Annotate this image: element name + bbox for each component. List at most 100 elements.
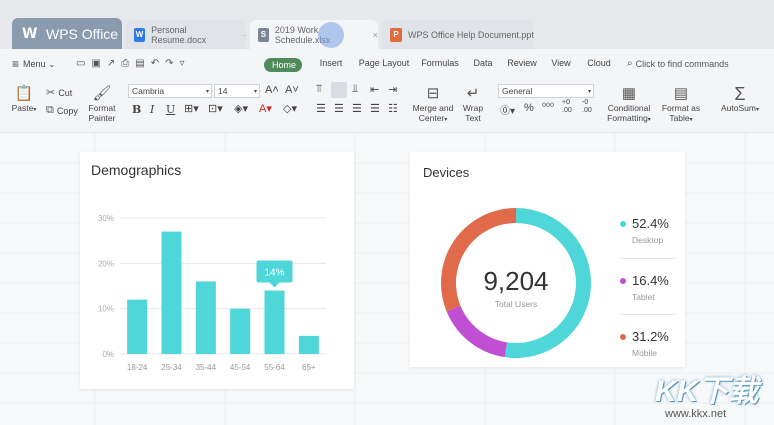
legend-desktop-value: 52.4% [632, 216, 669, 231]
wps-logo-icon: W [22, 25, 38, 42]
align-right-icon[interactable]: ☰ [352, 102, 362, 115]
search-icon: ⌕ [627, 58, 633, 69]
print-preview-icon[interactable]: ▤ [135, 58, 144, 69]
conditional-formatting-button[interactable]: ▦ Conditional Formatting▾ [604, 85, 654, 125]
chevron-down-icon: ⌄ [48, 59, 56, 69]
save-icon[interactable]: ▣ [91, 58, 100, 69]
currency-icon[interactable]: ⓪▾ [500, 102, 515, 117]
legend-mobile-value: 31.2% [632, 329, 669, 344]
tab-personal-resume[interactable]: W Personal Resume.docx · [126, 20, 246, 49]
tab-insert[interactable]: Insert [312, 58, 350, 72]
tab-help-document[interactable]: P WPS Office Help Document.ppt [382, 20, 534, 49]
thousands-icon[interactable]: ⁰⁰⁰ [542, 102, 554, 113]
spreadsheet-doc-icon: S [258, 27, 269, 42]
tab-view[interactable]: View [546, 58, 576, 72]
undo-icon[interactable]: ↶ [151, 58, 159, 69]
clear-format-icon[interactable]: ◇▾ [283, 102, 297, 115]
format-table-label-1: Format as [661, 103, 701, 113]
percent-icon[interactable]: % [524, 102, 534, 114]
menu-row: ≡ Menu ⌄ ▭ ▣ ↗ ⎙ ▤ ↶ ↷ ▿ Home Insert Pag… [0, 49, 774, 79]
print-icon[interactable]: ⎙ [121, 58, 129, 69]
number-format-select[interactable]: General ▾ [498, 84, 594, 98]
tab-label: WPS Office Help Document.ppt [408, 29, 534, 40]
italic-icon[interactable]: I [150, 103, 154, 116]
sigma-icon: Σ [734, 84, 746, 104]
paste-button[interactable]: 📋 Paste▾ [8, 85, 40, 115]
font-name-select[interactable]: Cambria ▾ [128, 84, 212, 98]
legend-mobile: 31.2% Mobile [620, 329, 669, 358]
watermark-url: www.kkx.net [665, 408, 727, 420]
y-tick-label: 0% [102, 350, 114, 359]
decrease-font-icon[interactable]: A˅ [285, 84, 299, 96]
bold-icon[interactable]: B [132, 103, 141, 116]
format-table-label-2: Table [669, 113, 690, 123]
distribute-icon[interactable]: ☷ [388, 102, 398, 115]
tooltip-pointer [269, 282, 280, 288]
indent-left-icon[interactable]: ⇤ [370, 83, 379, 96]
autosum-button[interactable]: Σ AutoSum▾ [716, 85, 764, 115]
legend-dot-tablet [620, 277, 626, 284]
tab-work-schedule[interactable]: S 2019 Work Schedule.xlsx × [250, 20, 378, 49]
justify-icon[interactable]: ☰ [370, 102, 380, 115]
export-icon[interactable]: ↗ [107, 58, 115, 69]
cell-style-icon[interactable]: ⊡▾ [208, 102, 223, 115]
borders-icon[interactable]: ⊞▾ [184, 102, 199, 115]
legend-divider [620, 314, 676, 315]
copy-button[interactable]: ⧉ Copy [46, 104, 78, 117]
writer-doc-icon: W [134, 27, 146, 42]
menu-button[interactable]: ≡ Menu ⌄ [12, 57, 55, 71]
indent-right-icon[interactable]: ⇥ [388, 83, 397, 96]
font-color-icon[interactable]: A▾ [259, 102, 272, 115]
tab-bar: W WPS Office W Personal Resume.docx · S … [0, 0, 774, 49]
devices-title: Devices [423, 165, 470, 180]
legend-dot-mobile [620, 333, 626, 340]
format-painter-label-2: Painter [88, 113, 116, 123]
demographics-bar-chart: 0% 10% 20% 30% 18-24 25-34 35-44 45-54 55-64 65+ 1… [98, 214, 326, 372]
align-bottom-icon[interactable]: ⫫ [352, 83, 358, 96]
bar-35-44 [195, 281, 216, 354]
x-tick-label: 25-34 [161, 363, 182, 372]
cut-button[interactable]: ✂ Cut [46, 86, 72, 99]
chevron-down-icon: ▾ [205, 88, 209, 95]
decrease-decimal-icon[interactable]: -0.00 [582, 99, 592, 115]
legend-dot-desktop [620, 220, 626, 227]
wps-office-tab[interactable]: W WPS Office [12, 18, 122, 49]
tab-cloud[interactable]: Cloud [584, 58, 614, 72]
tab-close-icon[interactable]: · [243, 30, 246, 40]
tab-close-icon[interactable]: × [373, 30, 378, 40]
merge-center-button[interactable]: ⊟ Merge and Center▾ [410, 85, 456, 125]
customize-icon[interactable]: ▿ [180, 58, 185, 69]
wrap-text-button[interactable]: ↵ Wrap Text [458, 85, 488, 123]
fill-color-icon[interactable]: ◈▾ [234, 102, 248, 115]
tab-label: Personal Resume.docx [151, 24, 207, 45]
align-top-icon[interactable]: ⫪ [316, 83, 322, 96]
increase-decimal-icon[interactable]: +0.00 [562, 99, 572, 115]
format-as-table-button[interactable]: ▤ Format as Table▾ [660, 85, 702, 125]
increase-font-icon[interactable]: A˄ [265, 84, 279, 96]
command-search-placeholder: Click to find commands [635, 58, 729, 69]
donut-slice-tablet [446, 305, 507, 358]
tab-page-layout[interactable]: Page Layout [356, 58, 412, 72]
total-users-label: Total Users [494, 299, 538, 309]
chevron-down-icon: ▾ [587, 88, 591, 95]
tab-formulas[interactable]: Formulas [418, 58, 462, 72]
copy-label: Copy [56, 105, 78, 116]
y-tick-label: 20% [98, 259, 114, 268]
x-tick-label: 35-44 [196, 363, 217, 372]
open-folder-icon[interactable]: ▭ [76, 58, 85, 69]
format-painter-label-1: Format [88, 103, 116, 113]
format-painter-button[interactable]: 🖌 Format Painter [84, 85, 120, 123]
ribbon: 📋 Paste▾ ✂ Cut ⧉ Copy 🖌 Format Painter C… [0, 79, 774, 133]
command-search[interactable]: ⌕ Click to find commands [627, 58, 729, 69]
redo-icon[interactable]: ↷ [165, 58, 173, 69]
align-center-icon[interactable]: ☰ [334, 102, 344, 115]
font-size-value: 14 [218, 86, 228, 96]
font-size-select[interactable]: 14 ▾ [214, 84, 260, 98]
tab-data[interactable]: Data [468, 58, 498, 72]
bar-55-64 [264, 290, 285, 354]
underline-icon[interactable]: U [166, 103, 175, 116]
bar-65+ [298, 335, 319, 354]
tab-review[interactable]: Review [504, 58, 540, 72]
tab-home[interactable]: Home [264, 58, 302, 72]
align-left-icon[interactable]: ☰ [316, 102, 326, 115]
